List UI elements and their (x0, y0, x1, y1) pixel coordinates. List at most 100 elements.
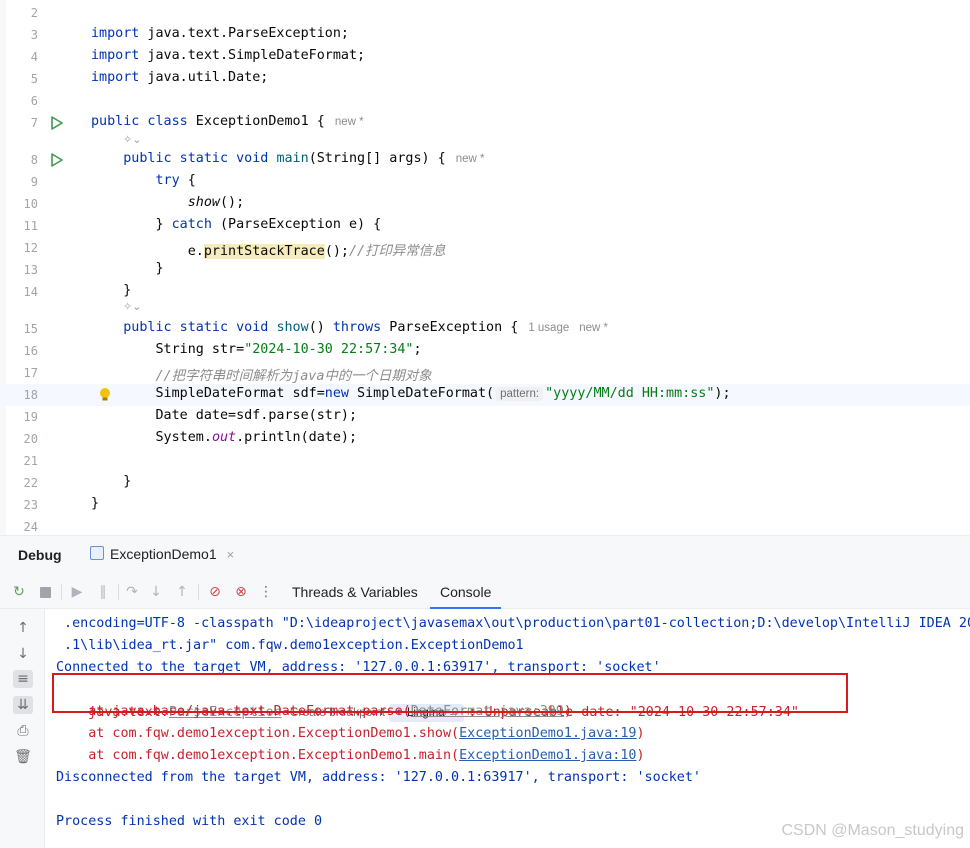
console-line-connected: Connected to the target VM, address: '12… (56, 660, 661, 675)
parameter-hint: pattern: (496, 387, 544, 401)
step-over-icon[interactable]: ↷ (123, 583, 141, 601)
stack-frame-link[interactable]: ExceptionDemo1.java:19 (459, 726, 636, 741)
inlay-hint[interactable]: new * (335, 116, 364, 128)
run-gutter-icon[interactable] (50, 152, 64, 168)
code-text: show(); (91, 195, 244, 210)
mute-breakpoints-icon[interactable]: ⊗ (232, 583, 250, 601)
view-breakpoints-icon[interactable]: ⊘ (206, 583, 224, 601)
code-token: import (91, 70, 140, 85)
code-token: ExceptionDemo1 { (187, 114, 325, 129)
code-token: new (324, 386, 349, 401)
code-text: } catch (ParseException e) { (91, 217, 381, 232)
stack-frame-link[interactable]: DateFormat.java:399 (411, 704, 564, 719)
line-number: 15 (23, 322, 38, 336)
code-token: "yyyy/MM/dd HH:mm:ss" (545, 386, 715, 401)
inlay-hint[interactable]: new * (579, 322, 608, 334)
more-options-icon[interactable]: ⋮ (257, 583, 275, 601)
inlay-hint[interactable]: 1 usage (528, 322, 569, 334)
code-token: public class (91, 114, 188, 129)
code-token: catch (171, 217, 212, 232)
editor-line: 15 public static void show() throws Pars… (0, 318, 970, 340)
console-line-exception: java.text.ParseException Create breakpoin… (56, 679, 799, 722)
line-number: 17 (23, 366, 38, 380)
step-out-icon[interactable]: ↑ (173, 583, 191, 601)
code-token: public static void (123, 151, 269, 166)
code-text: public static void show() throws ParseEx… (91, 320, 608, 335)
code-token: main (276, 151, 309, 166)
code-text: System.out.println(date); (91, 430, 357, 445)
line-number: 3 (30, 28, 38, 42)
line-number: 2 (30, 6, 38, 20)
stack-frame-suffix: ) (636, 748, 645, 763)
line-number: 7 (30, 116, 38, 130)
code-token: public static void (123, 320, 269, 335)
editor-line: 7 public class ExceptionDemo1 { new * (0, 112, 970, 134)
editor-line: 21 (0, 450, 970, 472)
stack-frame-3: at com.fqw.demo1exception.ExceptionDemo1… (56, 745, 645, 767)
code-token: SimpleDateFormat( (348, 386, 495, 401)
line-number: 6 (30, 94, 38, 108)
code-token: } (91, 283, 132, 298)
print-icon[interactable]: ⎙ (13, 722, 33, 740)
ai-assist-icon[interactable]: ✧⌄ (123, 300, 141, 313)
inlay-hint[interactable]: new * (456, 153, 485, 165)
line-number: 13 (23, 263, 38, 277)
line-number: 10 (23, 197, 38, 211)
stack-frame-suffix: ) (636, 726, 645, 741)
code-token: } (91, 217, 172, 232)
editor-line: 18 SimpleDateFormat sdf=new SimpleDateFo… (0, 384, 970, 406)
step-into-icon[interactable]: ↓ (147, 583, 165, 601)
code-token: e. (91, 244, 204, 259)
code-token: } (91, 496, 100, 511)
code-token: out (211, 430, 237, 445)
stack-frame-link[interactable]: ExceptionDemo1.java:10 (459, 748, 636, 763)
code-editor[interactable]: 2 3 import java.text.ParseException; 4 impor… (0, 0, 970, 535)
line-number: 14 (23, 285, 38, 299)
console-line-disconnected: Disconnected from the target VM, address… (56, 770, 701, 785)
debug-toolbar: ↻ ▶ ∥ ↷ ↓ ↑ ⊘ ⊗ ⋮ Threads & Variables Co… (0, 575, 970, 609)
code-token: () (308, 320, 333, 335)
rerun-icon[interactable]: ↻ (10, 583, 28, 601)
code-token: printStackTrace (203, 244, 325, 259)
pause-icon[interactable]: ∥ (94, 583, 112, 601)
code-token: (String[] args) { (308, 151, 446, 166)
code-token: } (91, 261, 164, 276)
stop-icon[interactable] (36, 583, 54, 601)
editor-line: 5 import java.util.Date; (0, 68, 970, 90)
scroll-to-end-icon[interactable]: ⇊ (13, 696, 33, 714)
code-token: ; (413, 342, 422, 357)
tab-exceptiondemo1[interactable]: ExceptionDemo1 × (90, 546, 234, 562)
code-token: "2024-10-30 22:57:34" (244, 342, 414, 357)
down-arrow-icon[interactable]: ↓ (13, 645, 33, 663)
resume-icon[interactable]: ▶ (68, 583, 86, 601)
code-text: public static void main(String[] args) {… (91, 151, 485, 166)
editor-line: 9 try { (0, 171, 970, 193)
code-token: java.text.SimpleDateFormat; (139, 48, 366, 63)
editor-line: 20 System.out.println(date); (0, 428, 970, 450)
code-text: } (91, 261, 164, 276)
close-tab-icon[interactable]: × (227, 547, 235, 562)
tab-console[interactable]: Console (429, 584, 502, 609)
code-token: { (179, 173, 196, 188)
tab-threads-variables[interactable]: Threads & Variables (292, 584, 418, 600)
code-token: System. (91, 430, 212, 445)
toolbar-divider (118, 584, 119, 600)
code-text: Date date=sdf.parse(str); (91, 408, 357, 423)
code-text: import java.text.ParseException; (91, 26, 349, 41)
line-number: 16 (23, 344, 38, 358)
code-token: java.text.ParseException; (139, 26, 349, 41)
soft-wrap-icon[interactable]: ≡ (13, 670, 33, 688)
console-output[interactable]: .encoding=UTF-8 -classpath "D:\ideaproje… (45, 609, 970, 848)
trash-icon[interactable]: 🗑 (13, 748, 33, 766)
up-arrow-icon[interactable]: ↑ (13, 619, 33, 637)
line-number: 12 (23, 241, 38, 255)
code-token: } (91, 474, 132, 489)
stack-frame-text: at java.base/java.text.DateFormat.parse( (56, 704, 411, 719)
editor-line: 13 } (0, 259, 970, 281)
run-gutter-icon[interactable] (50, 115, 64, 131)
editor-line: 6 (0, 90, 970, 112)
ai-assist-icon[interactable]: ✧⌄ (123, 133, 141, 146)
code-token: ); (714, 386, 731, 401)
